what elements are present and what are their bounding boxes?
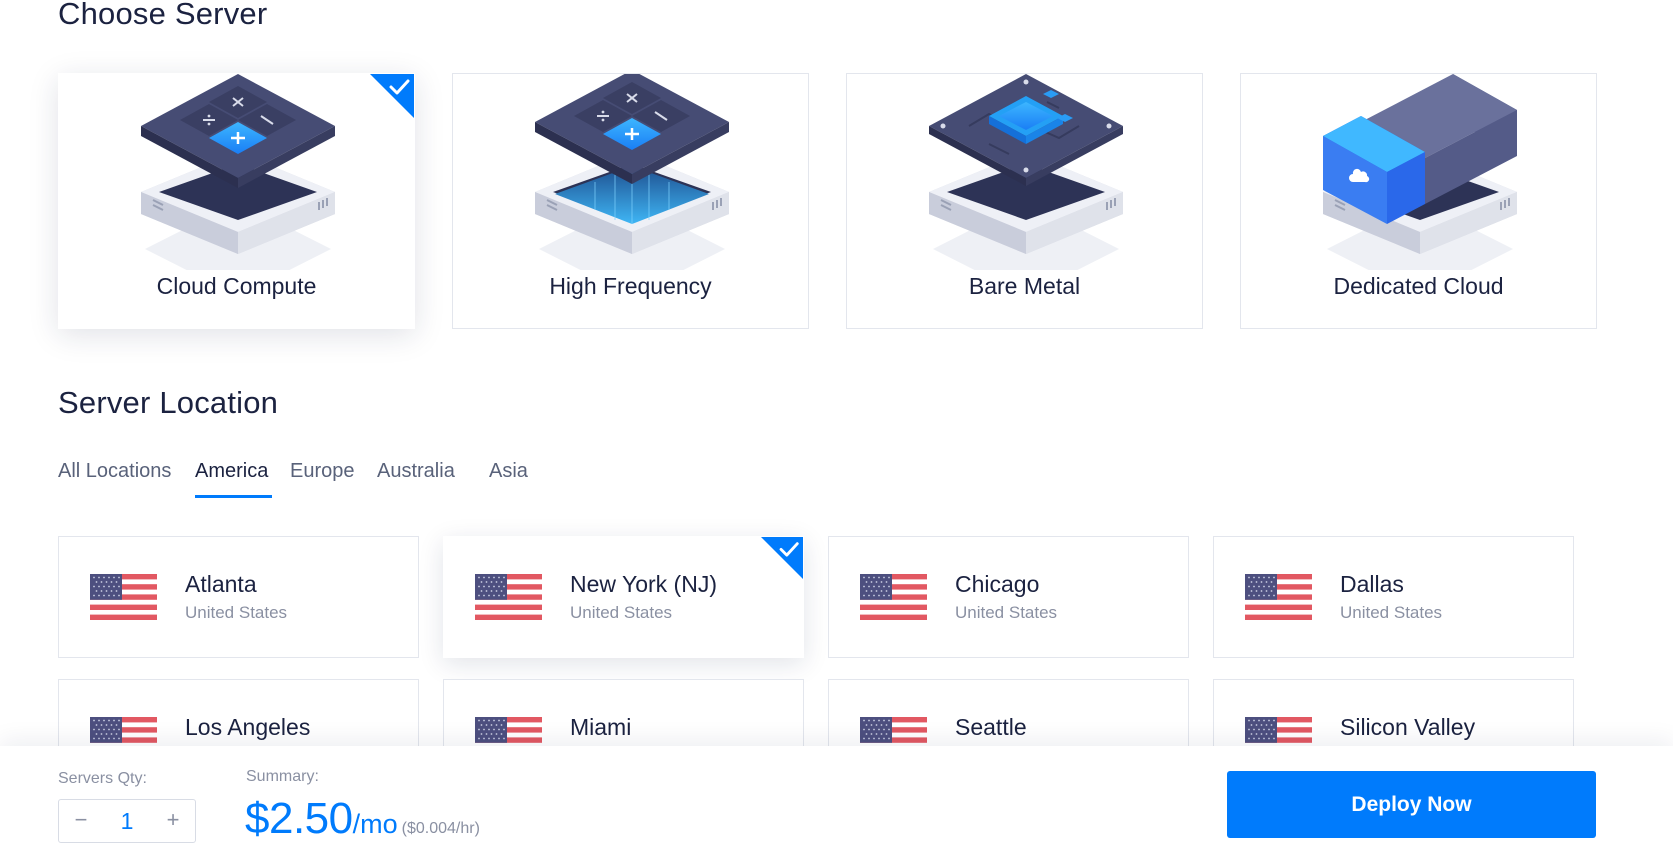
order-summary-bar: Servers Qty: − + Summary: $2.50/mo($0.00… — [0, 746, 1673, 854]
location-country: United States — [1340, 603, 1443, 622]
cloud-blade-server-icon — [1323, 74, 1517, 270]
server-card-label: High Frequency — [549, 273, 712, 299]
server-card-dedicated-cloud[interactable]: Dedicated Cloud — [1240, 73, 1597, 329]
tab-europe[interactable]: Europe — [290, 460, 355, 498]
price-summary: $2.50/mo ($0.004/hr) — [245, 794, 480, 844]
location-card-atlanta[interactable]: Atlanta United States — [58, 536, 419, 658]
tab-america[interactable]: America — [195, 460, 268, 498]
chip-server-icon — [929, 74, 1123, 270]
location-country: United States — [185, 603, 288, 622]
us-flag-icon — [860, 574, 927, 620]
price-period: /mo — [352, 809, 398, 839]
location-country: United States — [570, 603, 673, 622]
server-card-cloud-compute[interactable]: Cloud Compute — [58, 73, 415, 329]
price-amount: $2.50 — [245, 794, 353, 843]
location-card-new-york[interactable]: New York (NJ) United States — [443, 536, 804, 658]
server-card-high-frequency[interactable]: High Frequency — [452, 73, 809, 329]
selected-check-icon — [370, 74, 414, 118]
qty-input[interactable] — [99, 800, 155, 842]
active-tab-indicator — [195, 495, 272, 498]
server-card-bare-metal[interactable]: Bare Metal — [846, 73, 1203, 329]
location-list: Atlanta United States New York (NJ) Unit… — [58, 536, 1578, 801]
location-city: Atlanta — [185, 571, 257, 597]
us-flag-icon — [90, 574, 157, 620]
location-city: New York (NJ) — [570, 571, 717, 597]
location-card-dallas[interactable]: Dallas United States — [1213, 536, 1574, 658]
us-flag-icon — [475, 574, 542, 620]
tab-all-locations[interactable]: All Locations — [58, 460, 171, 498]
price-hourly: ($0.004/hr) — [401, 820, 480, 837]
tab-asia[interactable]: Asia — [489, 460, 528, 498]
quantity-stepper: − + — [58, 799, 196, 843]
server-card-label: Dedicated Cloud — [1333, 273, 1504, 299]
server-card-label: Bare Metal — [968, 273, 1081, 299]
location-city: Silicon Valley — [1340, 714, 1476, 740]
choose-server-title: Choose Server — [58, 0, 268, 31]
deploy-now-button[interactable]: Deploy Now — [1227, 771, 1596, 838]
selected-check-icon — [761, 537, 803, 579]
calculator-server-glow-icon — [535, 74, 729, 270]
location-city: Miami — [570, 714, 632, 740]
location-city: Chicago — [955, 571, 1040, 597]
server-card-label: Cloud Compute — [156, 273, 317, 299]
tab-australia[interactable]: Australia — [377, 460, 455, 498]
qty-decrement-button[interactable]: − — [61, 800, 101, 842]
location-card-chicago[interactable]: Chicago United States — [828, 536, 1189, 658]
calculator-server-icon — [141, 74, 335, 270]
servers-qty-label: Servers Qty: — [58, 770, 147, 787]
summary-label: Summary: — [246, 768, 319, 785]
location-city: Seattle — [955, 714, 1027, 740]
location-country: United States — [955, 603, 1058, 622]
location-city: Dallas — [1340, 571, 1404, 597]
server-type-list: Cloud Compute High Frequency Bare Metal … — [58, 73, 1598, 329]
us-flag-icon — [1245, 574, 1312, 620]
server-location-title: Server Location — [58, 385, 279, 420]
qty-increment-button[interactable]: + — [153, 800, 193, 842]
location-city: Los Angeles — [185, 714, 311, 740]
